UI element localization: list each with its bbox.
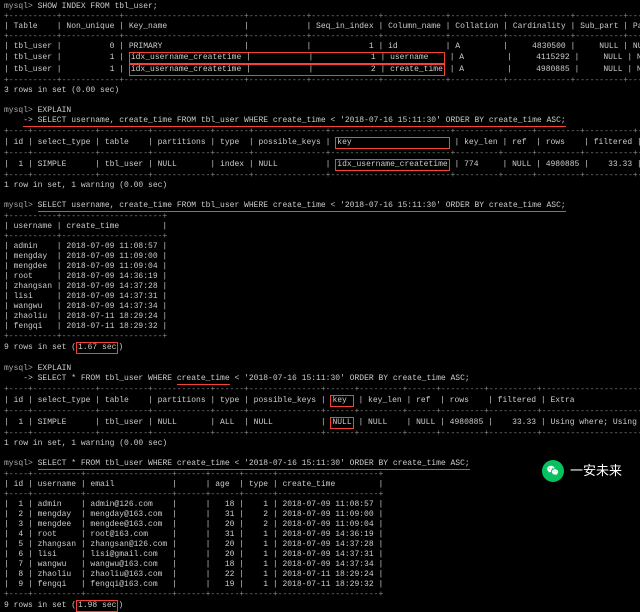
table-border: +----------+---------------------+ (4, 232, 636, 242)
highlight-index-name: idx_username_createtime | | 2 | create_t… (129, 64, 445, 76)
wechat-icon (542, 460, 564, 482)
table-row: | zhangsan | 2018-07-09 14:37:28 | (4, 282, 636, 292)
table-border: +----------+------------+---------------… (4, 76, 636, 86)
sql-q5: SELECT * FROM tbl_user WHERE create_time… (38, 459, 470, 470)
highlight-time: 1.98 sec (76, 600, 118, 612)
highlight-create-time: create_time (177, 374, 230, 385)
sql-q3: SELECT username, create_time FROM tbl_us… (38, 201, 566, 212)
mysql-prompt: mysql> (4, 2, 33, 11)
highlight-time: 1.67 sec (76, 342, 118, 354)
table-row: | 7 | wangwu | wangwu@163.com | | 18 | 1… (4, 560, 636, 570)
table-headers: | Table | Non_unique | Key_name | | Seq_… (4, 22, 636, 32)
table-row: | admin | 2018-07-09 11:08:57 | (4, 242, 636, 252)
sql-q2-pre: EXPLAIN (38, 106, 72, 115)
table-border: +----------+------------+---------------… (4, 32, 636, 42)
table-row: | 9 | fengqi | fengqi@163.com | | 19 | 1… (4, 580, 636, 590)
table-row: | fengqi | 2018-07-11 18:29:32 | (4, 322, 636, 332)
table-headers: | username | create_time | (4, 222, 636, 232)
mysql-prompt: mysql> (4, 106, 33, 115)
table-border: +----+-------------+----------+---------… (4, 171, 636, 181)
table-row: | mengday | 2018-07-09 11:09:00 | (4, 252, 636, 262)
table-row: | 1 | SIMPLE | tbl_user | NULL | ALL | N… (4, 417, 636, 429)
mysql-prompt: mysql> (4, 459, 33, 468)
table-row: | wangwu | 2018-07-09 14:37:34 | (4, 302, 636, 312)
table-row: | 6 | lisi | lisi@gmail.com | | 20 | 1 |… (4, 550, 636, 560)
table-row: | 2 | mengday | mengday@163.com | | 31 |… (4, 510, 636, 520)
table-border: +----+----------+------------------+----… (4, 490, 636, 500)
table-row: | 8 | zhaoliu | zhaoliu@163.com | | 22 |… (4, 570, 636, 580)
table-border: +----------+---------------------+ (4, 212, 636, 222)
table-border: +----------+---------------------+ (4, 332, 636, 342)
table-row: | zhaoliu | 2018-07-11 18:29:24 | (4, 312, 636, 322)
table-row: | 5 | zhangsan | zhangsan@126.com | | 20… (4, 540, 636, 550)
table-row: | mengdee | 2018-07-09 11:09:04 | (4, 262, 636, 272)
terminal-output: mysql> SHOW INDEX FROM tbl_user; +------… (4, 2, 636, 612)
status-line: 1 row in set, 1 warning (0.00 sec) (4, 181, 636, 191)
table-row: | 3 | mengdee | mengdee@163.com | | 20 |… (4, 520, 636, 530)
highlight-key-null: NULL (330, 417, 353, 429)
table-border: +----+-------------+----------+---------… (4, 149, 636, 159)
sql-q2: -> SELECT username, create_time FROM tbl… (4, 116, 636, 127)
status-line: 9 rows in set (1.67 sec) (4, 342, 636, 354)
status-line: 9 rows in set (1.98 sec) (4, 600, 636, 612)
table-border: +----+-------------+----------+---------… (4, 385, 636, 395)
table-row: | tbl_user | 1 | idx_username_createtime… (4, 52, 636, 64)
sql-q4: -> SELECT * FROM tbl_user WHERE create_t… (4, 374, 636, 385)
table-row: | lisi | 2018-07-09 14:37:31 | (4, 292, 636, 302)
highlight-key-value: idx_username_createtime (335, 159, 449, 171)
mysql-prompt: mysql> (4, 201, 33, 210)
watermark: 一安未来 (542, 460, 622, 482)
table-border: +----+-------------+----------+---------… (4, 429, 636, 439)
highlight-key-header: key (335, 137, 449, 149)
table-row: | tbl_user | 0 | PRIMARY | | 1 | id | A … (4, 42, 636, 52)
highlight-index-name: idx_username_createtime | | 1 | username (129, 52, 445, 64)
table-row: | root | 2018-07-09 14:36:19 | (4, 272, 636, 282)
watermark-text: 一安未来 (570, 463, 622, 479)
status-line: 3 rows in set (0.00 sec) (4, 86, 636, 96)
table-row: | 4 | root | root@163.com | | 31 | 1 | 2… (4, 530, 636, 540)
status-line: 1 row in set, 1 warning (0.00 sec) (4, 439, 636, 449)
table-border: +----+----------+------------------+----… (4, 590, 636, 600)
sql-q1: SHOW INDEX FROM tbl_user; (38, 2, 158, 11)
table-row: | tbl_user | 1 | idx_username_createtime… (4, 64, 636, 76)
table-border: +----+-------------+----------+---------… (4, 407, 636, 417)
mysql-prompt: mysql> (4, 364, 33, 373)
table-row: | 1 | SIMPLE | tbl_user | NULL | index |… (4, 159, 636, 171)
highlight-key-header: key (330, 395, 353, 407)
table-headers: | id | select_type | table | partitions … (4, 395, 636, 407)
table-border: +----------+------------+---------------… (4, 12, 636, 22)
table-border: +----+-------------+----------+---------… (4, 127, 636, 137)
table-headers: | id | select_type | table | partitions … (4, 137, 636, 149)
sql-q4-pre: EXPLAIN (38, 364, 72, 373)
